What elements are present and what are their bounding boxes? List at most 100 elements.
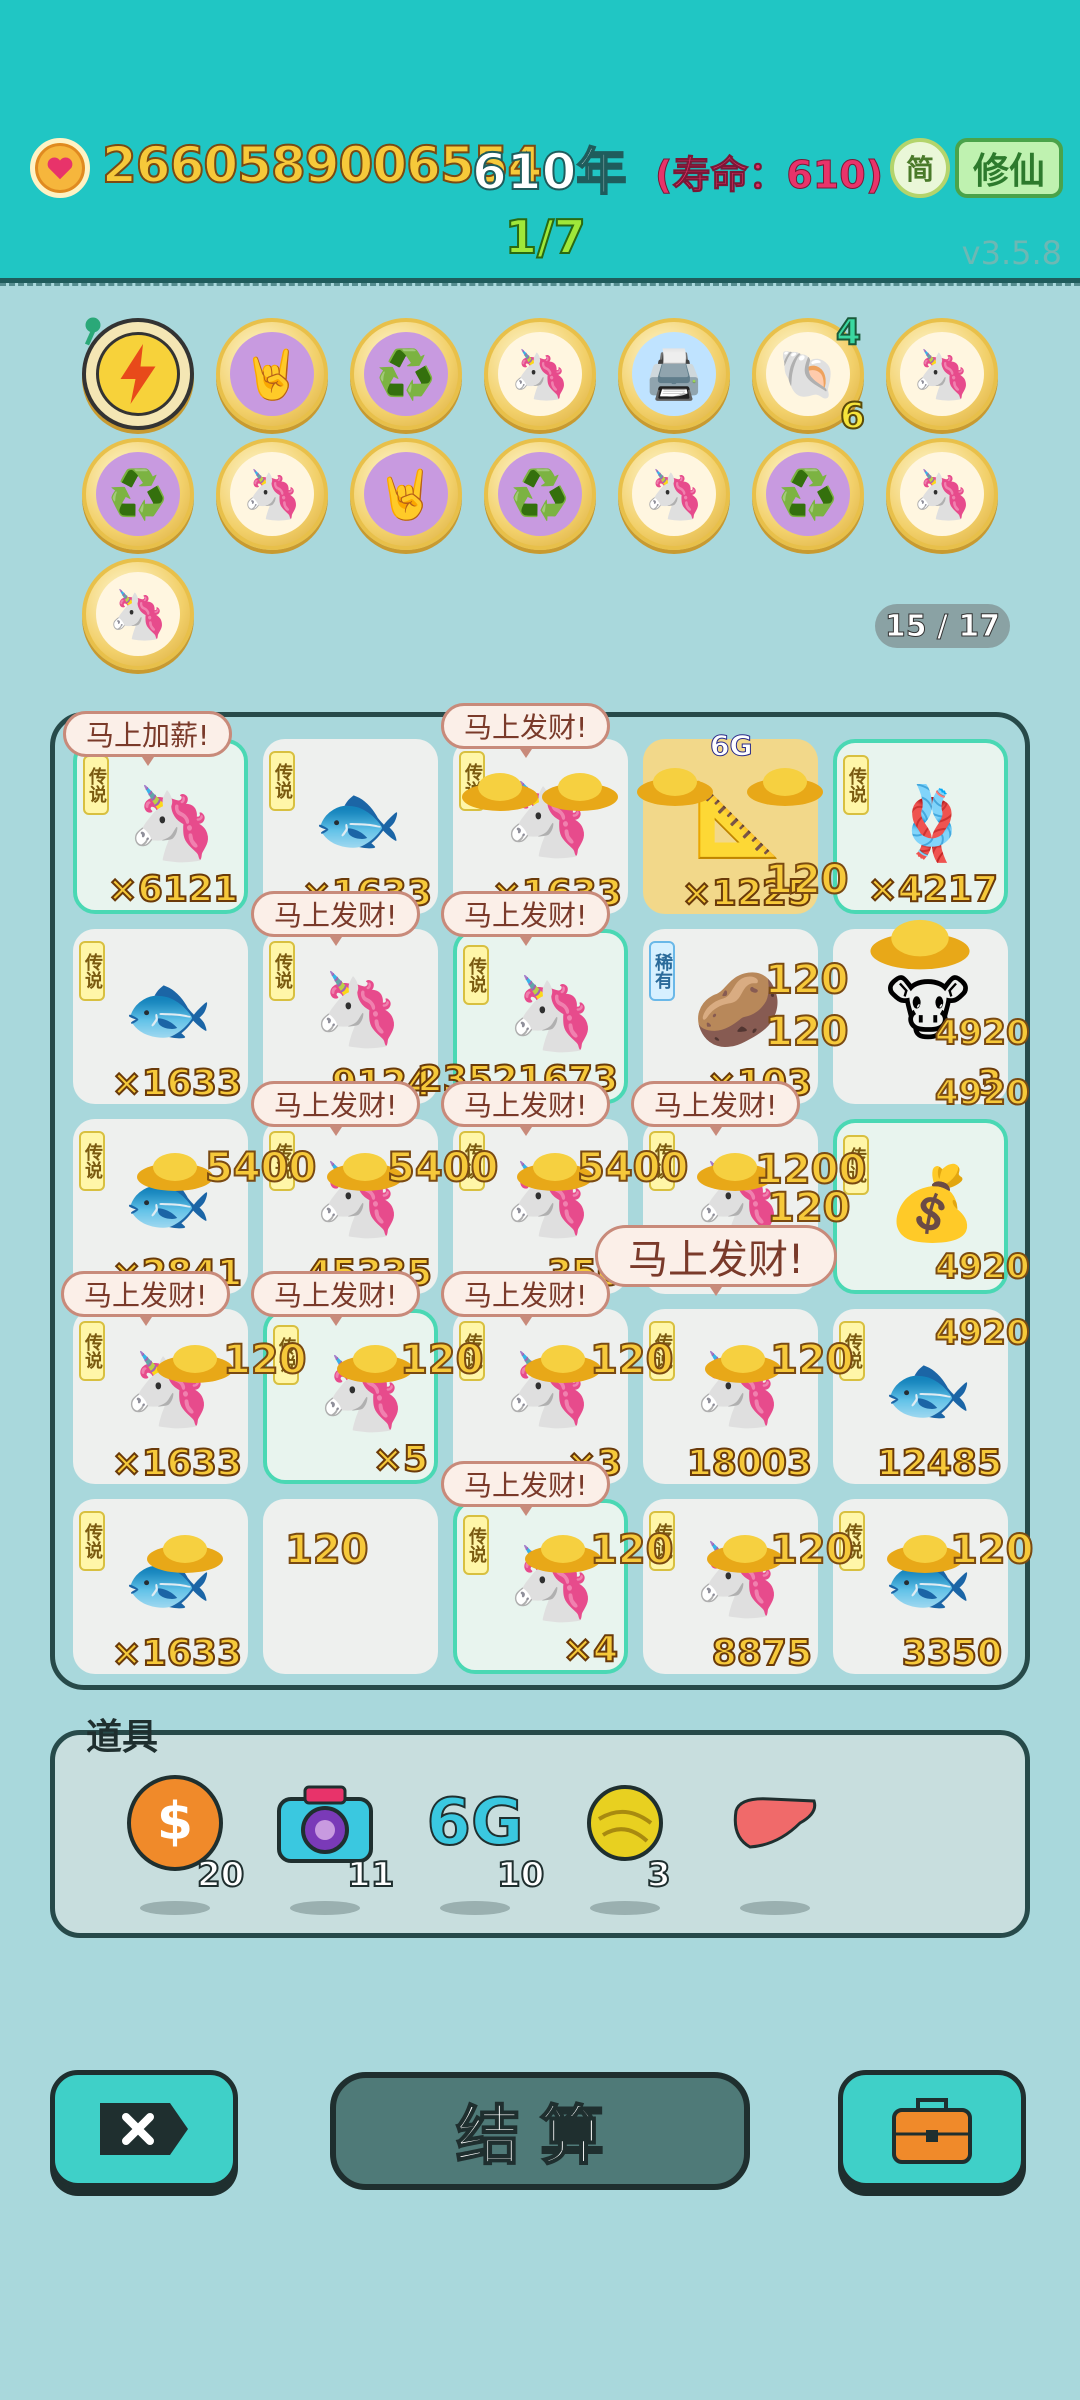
rarity-tag: 传说 bbox=[843, 755, 869, 815]
relic-rock-hand[interactable]: 🤘 bbox=[350, 438, 462, 550]
shell-count-bottom: 6 bbox=[839, 395, 866, 438]
cell-count: ×6121 bbox=[107, 868, 239, 911]
cell-count: 3350 bbox=[901, 1632, 1003, 1675]
relic-unicorn[interactable]: 🦄 bbox=[618, 438, 730, 550]
cell-count: 8875 bbox=[711, 1632, 813, 1675]
board-cell[interactable]: 传说 🦄 ×6121 bbox=[73, 739, 248, 914]
unicorn-icon: 🦄 bbox=[313, 966, 403, 1051]
board-cell-empty[interactable] bbox=[263, 1499, 438, 1674]
board-cell[interactable]: 传说 🦄 ×1633 bbox=[453, 739, 628, 915]
rarity-tag: 传说 bbox=[463, 945, 489, 1005]
speech-bubble: 马上发财! bbox=[251, 1081, 421, 1136]
koi-fish-icon: 🐟 bbox=[123, 966, 213, 1051]
briefcase-icon bbox=[892, 2098, 972, 2164]
board-cell[interactable]: 传说 🦄 18003 bbox=[643, 1309, 818, 1485]
recycle-icon: ♻️ bbox=[766, 452, 850, 536]
speech-bubble: 马上加薪! bbox=[63, 711, 233, 766]
unicorn-icon: 🦄 bbox=[498, 332, 582, 416]
gain-label: 120 bbox=[764, 956, 849, 1004]
speech-bubble-large: 马上发财! bbox=[595, 1225, 838, 1296]
gain-label: 120 bbox=[769, 1526, 854, 1574]
speech-bubble: 马上发财! bbox=[251, 1271, 421, 1326]
items-panel: $ 20 11 6G 10 3 bbox=[50, 1730, 1030, 1938]
stage-progress: 1/7 bbox=[504, 209, 587, 265]
relic-recycle[interactable]: ♻️ bbox=[484, 438, 596, 550]
relic-unicorn[interactable]: 🦄 bbox=[82, 558, 194, 670]
item-count: 3 bbox=[646, 1854, 672, 1896]
gain-label: 4920 bbox=[934, 1012, 1031, 1054]
board-cell[interactable]: 传说 🦄 ×4 bbox=[453, 1499, 628, 1674]
rarity-tag: 稀有 bbox=[649, 941, 675, 1001]
board-cell[interactable]: 传说 🦄 8875 bbox=[643, 1499, 818, 1675]
board-cell[interactable]: 传说 🐟 ×1633 bbox=[73, 1499, 248, 1675]
exit-button[interactable] bbox=[50, 2070, 238, 2188]
recycle-icon: ♻️ bbox=[96, 452, 180, 536]
speech-bubble: 马上发财! bbox=[441, 703, 611, 758]
item-orb[interactable]: 3 bbox=[565, 1773, 685, 1923]
relic-printer[interactable]: 🖨️ bbox=[618, 318, 730, 430]
gold-ingot-icon bbox=[542, 773, 618, 811]
cell-count: ×5 bbox=[372, 1438, 429, 1481]
rock-hand-icon: 🤘 bbox=[230, 332, 314, 416]
liver-icon bbox=[725, 1773, 825, 1873]
simplified-toggle-button[interactable]: 简 bbox=[890, 138, 950, 198]
board-cell[interactable]: 传说 🦄 9124 bbox=[263, 929, 438, 1105]
item-liver[interactable] bbox=[715, 1773, 835, 1923]
speech-bubble: 马上发财! bbox=[441, 891, 611, 946]
board-cell[interactable]: 传说 🐟 ×1633 bbox=[73, 929, 248, 1105]
cell-count: ×1633 bbox=[111, 1442, 243, 1485]
gain-label: 120 bbox=[764, 1008, 849, 1056]
relic-recycle[interactable]: ♻️ bbox=[82, 438, 194, 550]
relic-unicorn[interactable]: 🦄 bbox=[886, 318, 998, 430]
board-cell[interactable]: 传说 🦄 23521673 bbox=[417, 929, 628, 1104]
gain-label: 120 bbox=[764, 856, 849, 904]
unicorn-icon: 🦄 bbox=[127, 780, 217, 865]
item-shadow bbox=[290, 1901, 360, 1915]
board-cell[interactable]: 传说 🦄 ×5 bbox=[263, 1309, 438, 1484]
speech-bubble: 马上发财! bbox=[441, 1271, 611, 1326]
close-icon bbox=[100, 2103, 188, 2155]
relic-unicorn[interactable]: 🦄 bbox=[484, 318, 596, 430]
speech-bubble: 马上发财! bbox=[251, 891, 421, 946]
relic-unicorn[interactable]: 🦄 bbox=[216, 438, 328, 550]
item-6g[interactable]: 6G 10 bbox=[415, 1773, 545, 1923]
rarity-tag: 传说 bbox=[79, 1321, 105, 1381]
gold-ingot-icon bbox=[137, 1153, 213, 1191]
item-camera[interactable]: 11 bbox=[265, 1773, 395, 1923]
board-cell[interactable]: 传说 🦄 ×3 bbox=[453, 1309, 628, 1485]
gain-label: 4920 bbox=[934, 1072, 1031, 1114]
gain-label: 120 bbox=[222, 1336, 307, 1384]
bag-button[interactable] bbox=[838, 2070, 1026, 2188]
years-counter: 610年 bbox=[471, 142, 627, 202]
koi-fish-icon: 🐟 bbox=[883, 1346, 973, 1431]
item-coin[interactable]: $ 20 bbox=[115, 1773, 245, 1923]
gain-6g: 6G bbox=[709, 729, 753, 763]
gain-label: 4920 bbox=[934, 1246, 1031, 1288]
gain-label: 5400 bbox=[386, 1144, 499, 1192]
gain-label: 5400 bbox=[576, 1144, 689, 1192]
relic-recycle[interactable]: ♻️ bbox=[350, 318, 462, 430]
6g-label: 6G bbox=[425, 1785, 524, 1861]
cell-count: 18003 bbox=[686, 1442, 813, 1485]
relic-unicorn[interactable]: 🦄 bbox=[886, 438, 998, 550]
item-shadow bbox=[740, 1901, 810, 1915]
speech-bubble: 马上发财! bbox=[441, 1461, 611, 1516]
board-cell[interactable]: 传说 🐟 ×1633 bbox=[263, 739, 438, 915]
cultivate-button[interactable]: 修仙 bbox=[955, 138, 1063, 198]
svg-text:$: $ bbox=[157, 1792, 193, 1852]
unicorn-icon: 🦄 bbox=[96, 572, 180, 656]
gold-ingot-icon bbox=[147, 1535, 223, 1573]
rarity-tag: 传说 bbox=[463, 1515, 489, 1575]
board-cell[interactable]: 传说 🦄 ×1633 bbox=[73, 1309, 248, 1485]
settle-button[interactable]: 结算 bbox=[330, 2072, 750, 2190]
relic-rock-hand[interactable]: 🤘 bbox=[216, 318, 328, 430]
board-cell[interactable]: 传说 🪢 ×4217 bbox=[833, 739, 1008, 914]
relic-recycle[interactable]: ♻️ bbox=[752, 438, 864, 550]
golden-knot-icon: 🪢 bbox=[887, 780, 977, 865]
item-shadow bbox=[440, 1901, 510, 1915]
speech-bubble: 马上发财! bbox=[441, 1081, 611, 1136]
board-cell[interactable]: 传说 🐟 3350 bbox=[833, 1499, 1008, 1675]
items-title: 道具 bbox=[86, 1717, 159, 1758]
rarity-tag: 传说 bbox=[269, 751, 295, 811]
rarity-tag: 传说 bbox=[269, 941, 295, 1001]
